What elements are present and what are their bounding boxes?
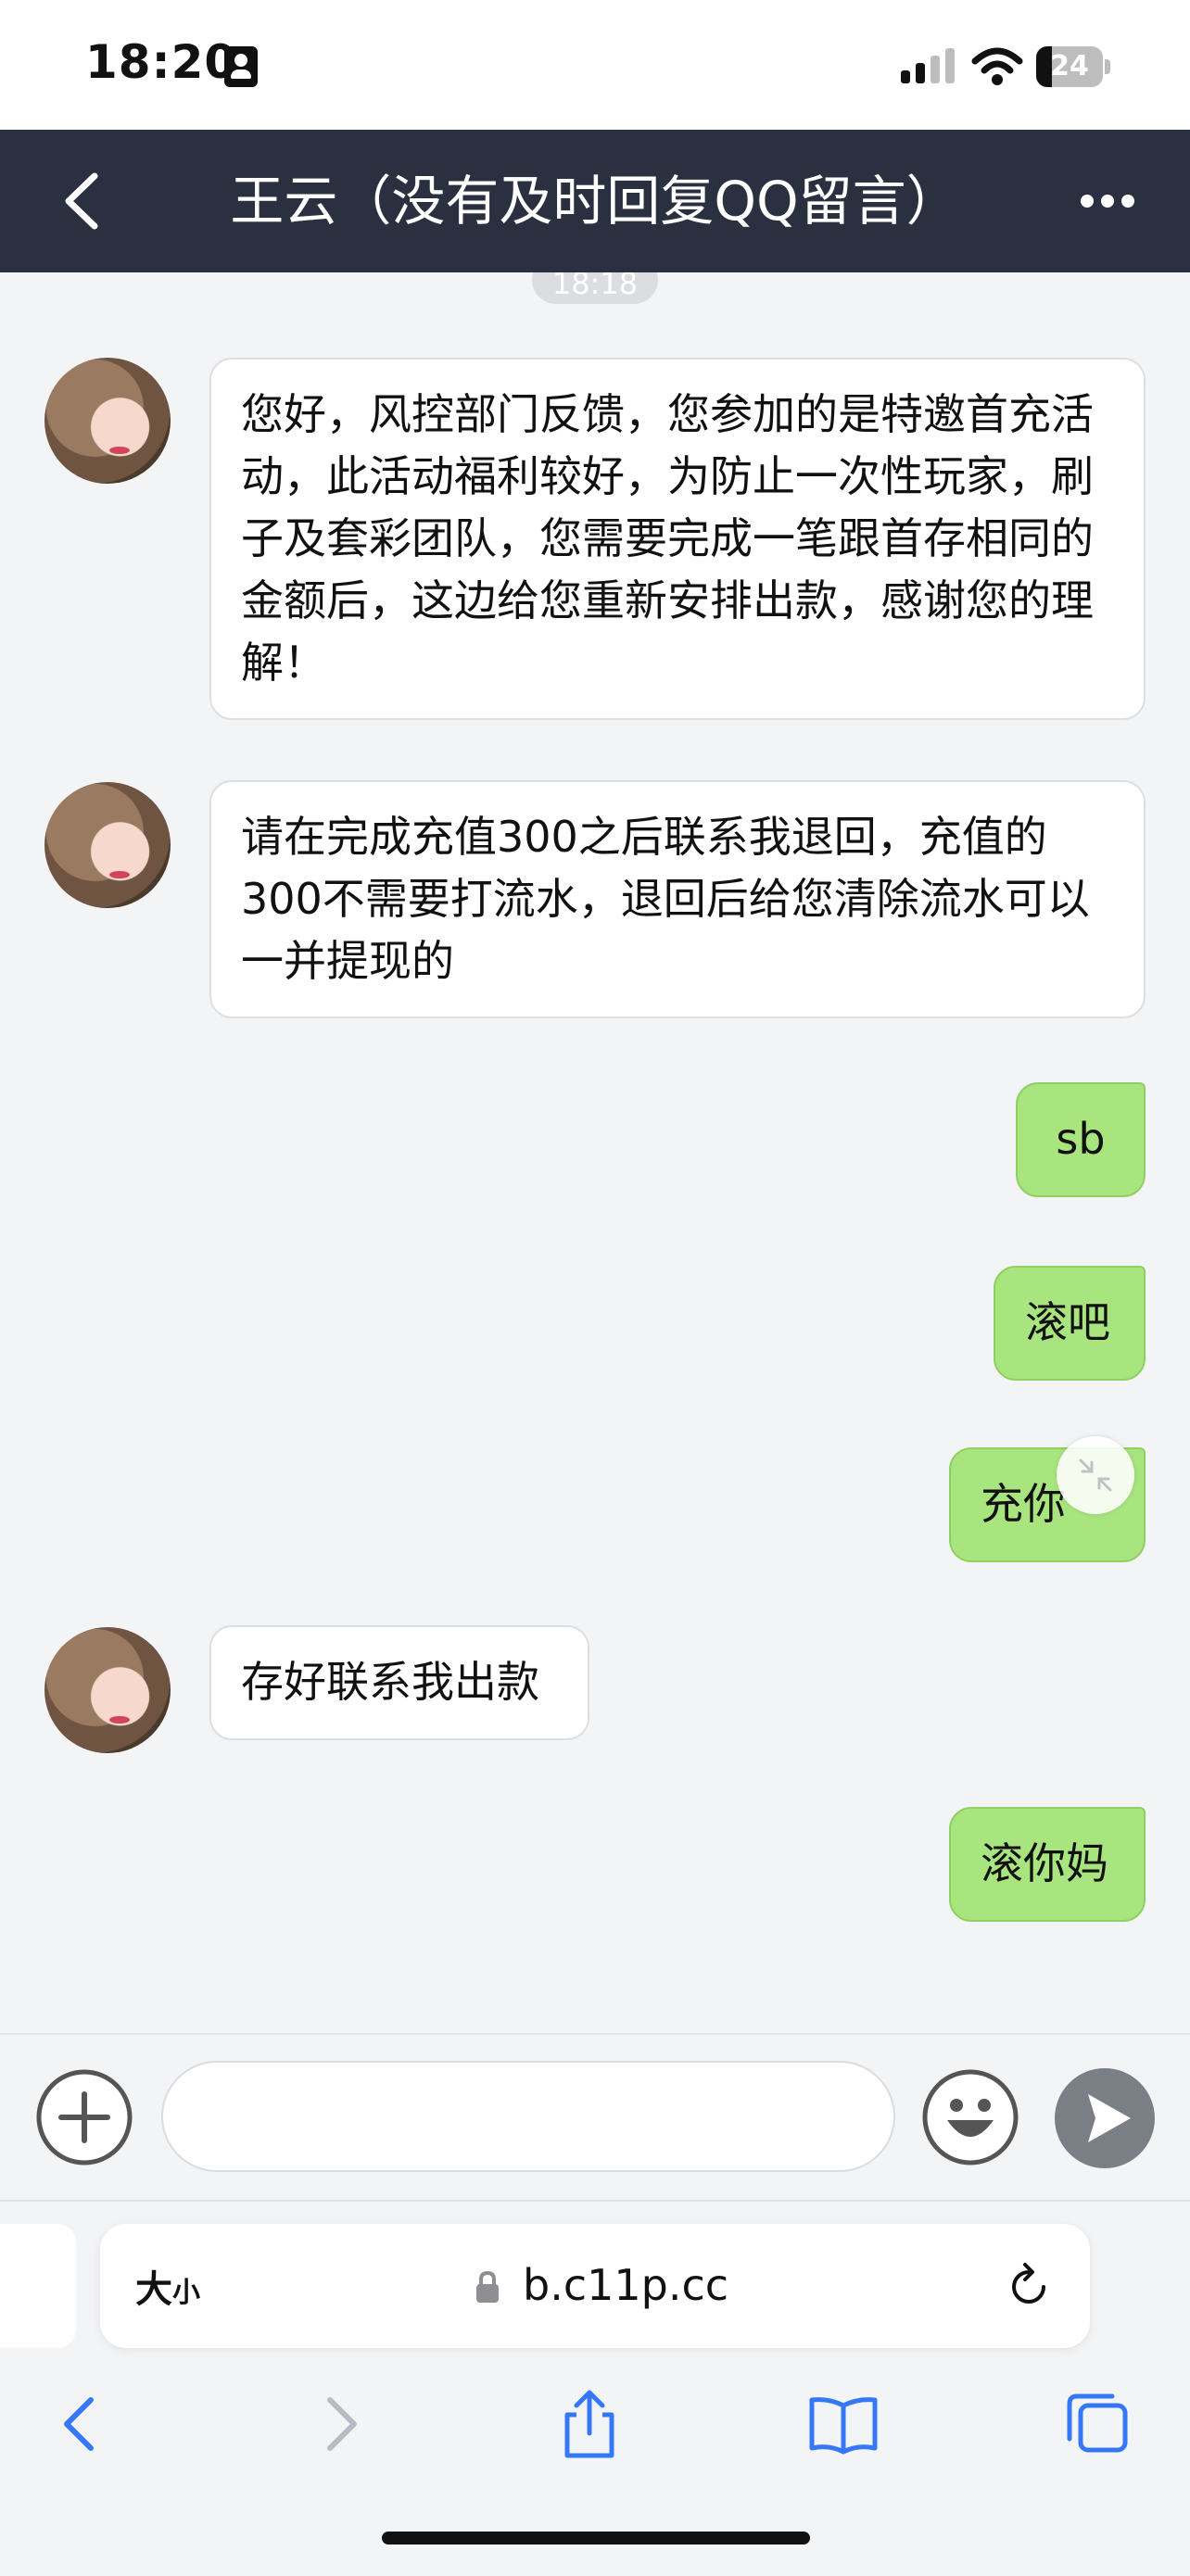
message-timestamp: 18:18 bbox=[532, 272, 658, 304]
avatar[interactable] bbox=[44, 1627, 171, 1753]
address-bar[interactable]: 大小 b.c11p.cc bbox=[100, 2224, 1090, 2348]
message-input[interactable] bbox=[161, 2061, 895, 2172]
avatar[interactable] bbox=[44, 358, 171, 484]
status-time: 18:20 bbox=[85, 35, 238, 89]
minimize-floating-button[interactable] bbox=[1057, 1436, 1134, 1514]
ellipsis-icon bbox=[1121, 195, 1134, 208]
text-size-label: 大 bbox=[135, 2268, 172, 2311]
text-size-small-label: 小 bbox=[172, 2277, 200, 2309]
home-indicator bbox=[382, 2532, 810, 2544]
status-bar: 18:20 24 bbox=[0, 0, 1190, 130]
wifi-icon bbox=[971, 47, 1023, 85]
bookmarks-icon[interactable] bbox=[806, 2387, 880, 2461]
signal-icon bbox=[901, 48, 955, 83]
incoming-message-bubble: 请在完成充值300之后联系我退回，充值的300不需要打流水，退回后给您清除流水可… bbox=[209, 780, 1146, 1018]
text-size-button[interactable]: 大小 bbox=[135, 2259, 200, 2313]
send-button[interactable] bbox=[1055, 2068, 1155, 2168]
chat-title: 王云（没有及时回复QQ留言） bbox=[230, 170, 960, 233]
send-icon bbox=[1088, 2094, 1131, 2142]
battery-percentage: 24 bbox=[1050, 50, 1089, 82]
battery-icon: 24 bbox=[1036, 46, 1112, 87]
url-text[interactable]: b.c11p.cc bbox=[523, 2254, 728, 2317]
outgoing-message-bubble: sb bbox=[1016, 1082, 1146, 1197]
outgoing-message-bubble: 滚吧 bbox=[994, 1266, 1146, 1381]
browser-bottom-bar: 大小 b.c11p.cc bbox=[0, 2200, 1190, 2576]
message-input-bar bbox=[0, 2033, 1190, 2202]
chat-header: 王云（没有及时回复QQ留言） bbox=[0, 130, 1190, 272]
adjacent-tab-card[interactable] bbox=[0, 2224, 76, 2348]
smile-face-icon[interactable] bbox=[921, 2068, 1019, 2166]
incoming-message-bubble: 您好，风控部门反馈，您参加的是特邀首充活动，此活动福利较好，为防止一次性玩家，刷… bbox=[209, 358, 1146, 720]
avatar[interactable] bbox=[44, 782, 171, 908]
lock-icon bbox=[476, 2270, 499, 2303]
back-icon[interactable] bbox=[44, 2387, 119, 2461]
plus-circle-icon[interactable] bbox=[35, 2068, 133, 2166]
outgoing-message-bubble: 滚你妈 bbox=[949, 1807, 1146, 1922]
forward-icon[interactable] bbox=[302, 2387, 376, 2461]
collapse-arrows-icon bbox=[1079, 1458, 1112, 1492]
chevron-left-icon[interactable] bbox=[56, 167, 111, 235]
tabs-icon[interactable] bbox=[1060, 2387, 1134, 2461]
share-icon[interactable] bbox=[552, 2387, 627, 2461]
incoming-message-bubble: 存好联系我出款 bbox=[209, 1625, 589, 1740]
ellipsis-icon bbox=[1081, 195, 1094, 208]
ellipsis-icon bbox=[1101, 195, 1114, 208]
battery-body: 24 bbox=[1036, 46, 1103, 87]
reload-icon[interactable] bbox=[1003, 2261, 1055, 2313]
contact-card-icon bbox=[224, 46, 258, 87]
more-options-button[interactable] bbox=[1057, 167, 1158, 235]
battery-tip bbox=[1105, 59, 1110, 74]
chat-messages[interactable]: 18:18 您好，风控部门反馈，您参加的是特邀首充活动，此活动福利较好，为防止一… bbox=[0, 272, 1190, 2033]
